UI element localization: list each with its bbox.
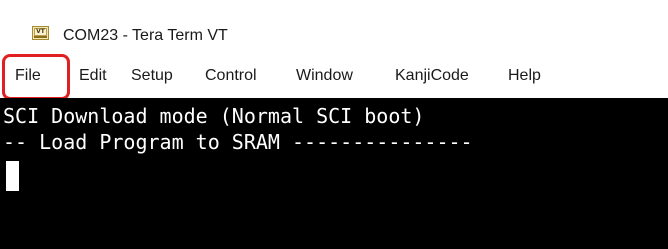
terminal-cursor xyxy=(6,161,19,191)
menu-file[interactable]: File xyxy=(15,67,41,85)
menu-window[interactable]: Window xyxy=(296,67,353,85)
terminal-line-1: SCI Download mode (Normal SCI boot) xyxy=(3,104,425,128)
icon-label: VT xyxy=(34,28,47,36)
window-title: COM23 - Tera Term VT xyxy=(63,27,228,44)
menu-control[interactable]: Control xyxy=(205,67,257,85)
menu-edit[interactable]: Edit xyxy=(79,67,107,85)
menu-bar: File Edit Setup Control Window KanjiCode… xyxy=(0,60,668,96)
tera-term-vt-icon[interactable]: VT xyxy=(32,26,49,40)
menu-kanjicode[interactable]: KanjiCode xyxy=(395,67,469,85)
terminal-screen[interactable]: SCI Download mode (Normal SCI boot) -- L… xyxy=(0,98,668,249)
title-bar[interactable]: VT COM23 - Tera Term VT xyxy=(0,0,668,60)
menu-help[interactable]: Help xyxy=(508,67,541,85)
terminal-line-2: -- Load Program to SRAM --------------- xyxy=(3,130,473,154)
tera-term-window: VT COM23 - Tera Term VT File Edit Setup … xyxy=(0,0,668,249)
menu-setup[interactable]: Setup xyxy=(131,67,173,85)
